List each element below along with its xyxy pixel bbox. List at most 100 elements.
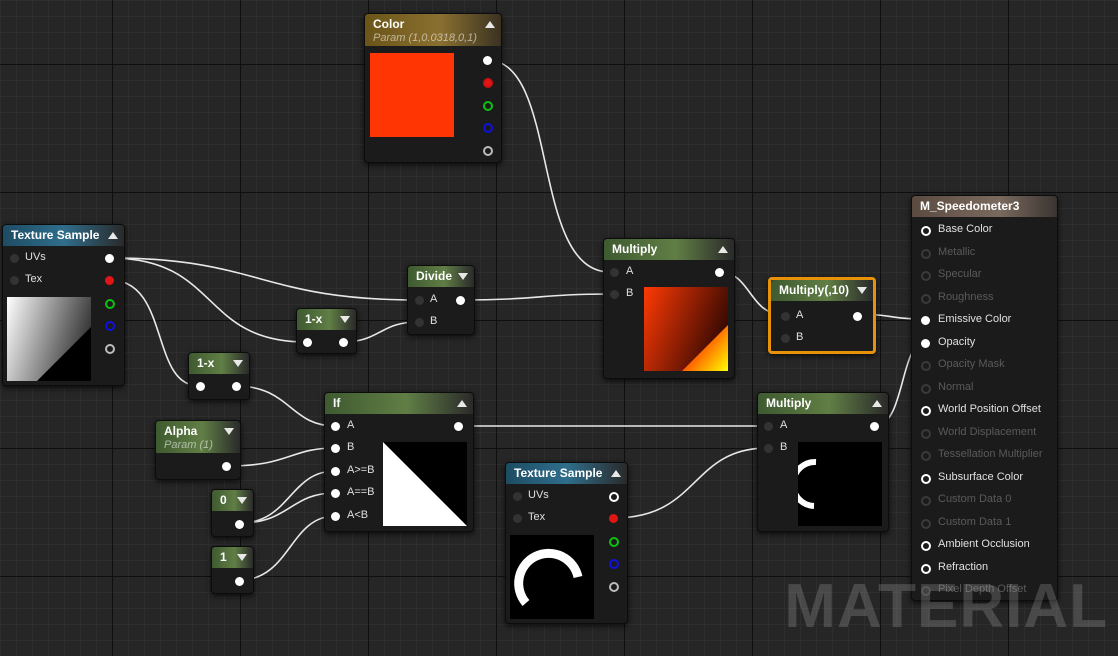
tex2-uvs-input-pin[interactable] <box>513 492 522 501</box>
one-minus-node-1[interactable]: 1-x <box>296 308 357 354</box>
one-minus-2-input-pin[interactable] <box>196 382 205 391</box>
alpha-output-pin[interactable] <box>222 462 231 471</box>
multiply-2-b-input-pin[interactable] <box>764 444 773 453</box>
texture-sample-1-header[interactable]: Texture Sample <box>3 225 124 246</box>
tex2-a-output-pin[interactable] <box>609 582 619 592</box>
material-input-pin[interactable] <box>921 496 931 506</box>
one-minus-2-header[interactable]: 1-x <box>189 353 249 374</box>
constant-1-header[interactable]: 1 <box>212 547 253 568</box>
divide-node[interactable]: Divide A B <box>407 265 475 335</box>
multiply-10-node[interactable]: Multiply(,10) A B <box>768 277 876 354</box>
expand-arrow-icon[interactable] <box>458 273 468 280</box>
tex2-tex-input-pin[interactable] <box>513 514 522 523</box>
multiply-10-a-input-pin[interactable] <box>781 312 790 321</box>
collapse-arrow-icon[interactable] <box>872 400 882 407</box>
tex1-uvs-input-pin[interactable] <box>10 254 19 263</box>
tex1-g-output-pin[interactable] <box>105 299 115 309</box>
color-node-header[interactable]: Color Param (1,0.0318,0,1) <box>365 14 501 46</box>
texture-sample-node-1[interactable]: Texture Sample UVs Tex <box>2 224 125 386</box>
color-a-output-pin[interactable] <box>483 146 493 156</box>
multiply-2-output-pin[interactable] <box>870 422 879 431</box>
one-minus-2-output-pin[interactable] <box>232 382 241 391</box>
alpha-param-node[interactable]: Alpha Param (1) <box>155 420 241 480</box>
tex1-tex-input-pin[interactable] <box>10 276 19 285</box>
divide-b-input-pin[interactable] <box>415 318 424 327</box>
one-minus-1-input-pin[interactable] <box>303 338 312 347</box>
material-input-pin[interactable] <box>921 361 931 371</box>
material-header[interactable]: M_Speedometer3 <box>912 196 1057 217</box>
if-node[interactable]: If A B A>=B A==B A<B <box>324 392 474 532</box>
material-input-pin[interactable] <box>921 226 931 236</box>
multiply-2-header[interactable]: Multiply <box>758 393 888 414</box>
color-b-output-pin[interactable] <box>483 123 493 133</box>
material-input-pin[interactable] <box>921 338 930 348</box>
if-ge-input-pin[interactable] <box>331 467 340 476</box>
expand-arrow-icon[interactable] <box>237 554 247 561</box>
if-eq-input-pin[interactable] <box>331 489 340 498</box>
collapse-arrow-icon[interactable] <box>457 400 467 407</box>
collapse-arrow-icon[interactable] <box>718 246 728 253</box>
collapse-arrow-icon[interactable] <box>611 470 621 477</box>
if-header[interactable]: If <box>325 393 473 414</box>
multiply-10-b-input-pin[interactable] <box>781 334 790 343</box>
expand-arrow-icon[interactable] <box>857 287 867 294</box>
material-input-pin[interactable] <box>921 293 931 304</box>
material-input-pin[interactable] <box>921 248 931 259</box>
tex2-r-output-pin[interactable] <box>609 514 618 523</box>
divide-a-input-pin[interactable] <box>415 296 424 305</box>
material-input-pin[interactable] <box>921 428 931 439</box>
constant-1-output-pin[interactable] <box>235 577 244 586</box>
divide-header[interactable]: Divide <box>408 266 474 287</box>
if-output-pin[interactable] <box>454 422 463 431</box>
constant-0-node[interactable]: 0 <box>211 489 254 537</box>
alpha-header[interactable]: Alpha Param (1) <box>156 421 240 453</box>
expand-arrow-icon[interactable] <box>224 428 234 435</box>
material-input-pin[interactable] <box>921 271 931 281</box>
material-input-pin[interactable] <box>921 316 930 325</box>
if-a-input-pin[interactable] <box>331 422 340 431</box>
multiply-node-1[interactable]: Multiply A B <box>603 238 735 379</box>
tex1-r-output-pin[interactable] <box>105 276 114 285</box>
collapse-arrow-icon[interactable] <box>485 21 495 28</box>
tex1-rgb-output-pin[interactable] <box>105 254 114 263</box>
multiply-10-output-pin[interactable] <box>853 312 862 321</box>
material-input-pin[interactable] <box>921 406 931 416</box>
multiply-1-header[interactable]: Multiply <box>604 239 734 260</box>
material-input-pin[interactable] <box>921 473 931 484</box>
one-minus-1-header[interactable]: 1-x <box>297 309 356 330</box>
tex1-b-output-pin[interactable] <box>105 321 115 331</box>
tex2-rgb-output-pin[interactable] <box>609 492 619 502</box>
color-param-node[interactable]: Color Param (1,0.0318,0,1) <box>364 13 502 163</box>
multiply-2-a-input-pin[interactable] <box>764 422 773 431</box>
collapse-arrow-icon[interactable] <box>108 232 118 239</box>
tex2-b-output-pin[interactable] <box>609 559 619 569</box>
tex2-g-output-pin[interactable] <box>609 537 619 547</box>
multiply-1-a-input-pin[interactable] <box>610 268 619 277</box>
constant-1-node[interactable]: 1 <box>211 546 254 594</box>
color-rgb-output-pin[interactable] <box>483 56 492 65</box>
color-r-output-pin[interactable] <box>483 78 493 88</box>
multiply-node-2[interactable]: Multiply A B <box>757 392 889 532</box>
expand-arrow-icon[interactable] <box>237 497 247 504</box>
multiply-1-b-input-pin[interactable] <box>610 290 619 299</box>
constant-0-header[interactable]: 0 <box>212 490 253 511</box>
tex1-a-output-pin[interactable] <box>105 344 115 354</box>
multiply-10-header[interactable]: Multiply(,10) <box>771 280 873 301</box>
material-input-pin[interactable] <box>921 518 931 529</box>
if-b-input-pin[interactable] <box>331 444 340 453</box>
material-input-pin[interactable] <box>921 451 931 461</box>
one-minus-1-output-pin[interactable] <box>339 338 348 347</box>
material-input-pin[interactable] <box>921 383 931 394</box>
if-lt-input-pin[interactable] <box>331 512 340 521</box>
expand-arrow-icon[interactable] <box>233 360 243 367</box>
constant-0-output-pin[interactable] <box>235 520 244 529</box>
material-output-node[interactable]: M_Speedometer3 Base Color Metallic Specula… <box>911 195 1058 601</box>
texture-sample-node-2[interactable]: Texture Sample UVs Tex <box>505 462 628 624</box>
one-minus-node-2[interactable]: 1-x <box>188 352 250 400</box>
multiply-1-output-pin[interactable] <box>715 268 724 277</box>
expand-arrow-icon[interactable] <box>340 316 350 323</box>
material-input-pin[interactable] <box>921 541 931 551</box>
color-g-output-pin[interactable] <box>483 101 493 111</box>
divide-output-pin[interactable] <box>456 296 465 305</box>
texture-sample-2-header[interactable]: Texture Sample <box>506 463 627 484</box>
